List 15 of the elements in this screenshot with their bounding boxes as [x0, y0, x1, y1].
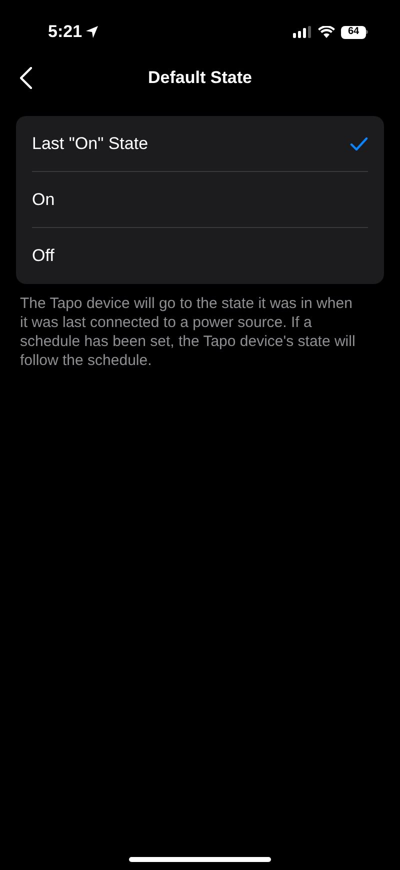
wifi-icon: [318, 26, 335, 38]
status-time: 5:21: [48, 21, 82, 44]
battery-icon: 64: [341, 26, 368, 38]
location-arrow-icon: [85, 25, 100, 39]
screen-title: Default State: [148, 67, 252, 90]
signal-icon: [293, 26, 312, 38]
option-label: Last "On" State: [32, 132, 150, 155]
option-label: Off: [32, 245, 56, 268]
description-text: The Tapo device will go to the state it was in when it was last connected to a power source. If a schedule has been set, the Tapo device's state will follow the schedule.: [20, 294, 356, 370]
option-row[interactable]: On: [16, 172, 384, 228]
option-label: On: [32, 188, 56, 211]
option-row[interactable]: Off: [16, 228, 384, 284]
back-button[interactable]: [18, 66, 34, 90]
option-row[interactable]: Last "On" State: [16, 116, 384, 172]
back-chevron-icon: [20, 67, 32, 89]
